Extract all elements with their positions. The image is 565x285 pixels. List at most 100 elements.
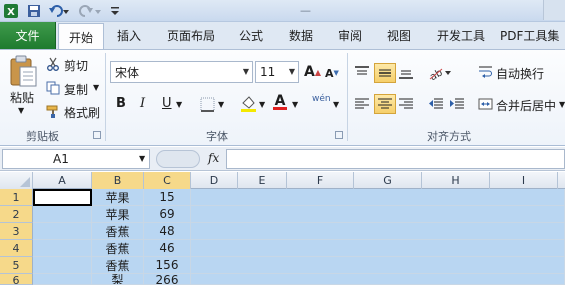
phonetic-guide-button[interactable]: wén	[312, 94, 331, 104]
align-right-icon[interactable]	[398, 96, 416, 112]
column-header-h[interactable]: H	[422, 172, 490, 189]
font-size-combo[interactable]: 11 ▼	[255, 61, 299, 83]
tab-view[interactable]: 视图	[376, 22, 422, 49]
paste-icon[interactable]	[6, 54, 40, 88]
row-header[interactable]: 1	[0, 189, 33, 206]
orientation-icon[interactable]: ab	[428, 64, 454, 82]
table-cell[interactable]: 香蕉	[92, 240, 144, 257]
table-cell[interactable]: 苹果	[92, 189, 144, 206]
tab-developer[interactable]: 开发工具	[428, 22, 494, 49]
insert-function-button[interactable]: fx	[208, 151, 219, 165]
table-cell[interactable]	[191, 189, 565, 206]
table-cell[interactable]: 69	[144, 206, 191, 223]
column-header-e[interactable]: E	[238, 172, 287, 189]
chevron-down-icon[interactable]: ▼	[218, 100, 224, 109]
column-header-c[interactable]: C	[144, 172, 191, 189]
merge-center-button[interactable]: 合并后居中	[496, 97, 556, 114]
table-cell[interactable]: 266	[144, 274, 191, 285]
chevron-down-icon[interactable]: ▼	[289, 67, 295, 76]
borders-icon[interactable]	[200, 96, 216, 112]
format-painter-button[interactable]: 格式刷	[64, 104, 100, 121]
fill-color-icon[interactable]	[240, 95, 258, 113]
wrap-text-button[interactable]: 自动换行	[496, 65, 544, 82]
name-box[interactable]: A1	[2, 149, 150, 169]
shrink-font-icon[interactable]: A ▼	[325, 64, 341, 82]
column-header-f[interactable]: F	[287, 172, 354, 189]
tab-pdf-tools[interactable]: PDF工具集	[500, 22, 565, 49]
italic-button[interactable]: I	[140, 96, 145, 111]
chevron-down-icon[interactable]: ▼	[139, 154, 145, 163]
chevron-down-icon[interactable]: ▼	[259, 100, 265, 109]
row-header[interactable]: 5	[0, 257, 33, 274]
column-header-b[interactable]: B	[92, 172, 144, 189]
table-cell[interactable]	[33, 257, 92, 274]
table-cell[interactable]: 梨	[92, 274, 144, 285]
table-cell[interactable]: 香蕉	[92, 257, 144, 274]
align-bottom-icon[interactable]	[398, 64, 416, 82]
chevron-down-icon[interactable]: ▼	[176, 100, 182, 109]
increase-indent-icon[interactable]	[449, 96, 467, 112]
copy-button[interactable]: 复制	[64, 81, 88, 98]
select-all-corner[interactable]	[0, 172, 33, 189]
tab-home[interactable]: 开始	[58, 23, 104, 50]
chevron-down-icon[interactable]: ▼	[333, 100, 339, 109]
tab-insert[interactable]: 插入	[106, 22, 152, 49]
column-header-d[interactable]: D	[191, 172, 238, 189]
table-cell[interactable]: 46	[144, 240, 191, 257]
row-header[interactable]: 6	[0, 274, 33, 285]
table-cell[interactable]: 48	[144, 223, 191, 240]
formula-input[interactable]	[226, 149, 565, 169]
table-cell[interactable]: 香蕉	[92, 223, 144, 240]
row-header[interactable]: 4	[0, 240, 33, 257]
tab-file[interactable]: 文件	[0, 22, 56, 49]
font-name-combo[interactable]: 宋体 ▼	[110, 61, 253, 83]
chevron-down-icon[interactable]: ▼	[18, 106, 24, 115]
table-cell[interactable]	[191, 240, 565, 257]
dialog-launcher-icon[interactable]	[93, 131, 101, 139]
undo-icon[interactable]	[47, 3, 71, 19]
name-box-value: A1	[53, 152, 69, 166]
redo-icon[interactable]	[77, 3, 103, 19]
cut-button[interactable]: 剪切	[64, 57, 88, 74]
table-cell[interactable]	[191, 206, 565, 223]
dialog-launcher-icon[interactable]	[335, 131, 343, 139]
row-header[interactable]: 2	[0, 206, 33, 223]
table-cell[interactable]	[191, 274, 565, 285]
tab-data[interactable]: 数据	[278, 22, 324, 49]
table-cell[interactable]	[33, 223, 92, 240]
table-cell[interactable]	[33, 274, 92, 285]
grow-font-icon[interactable]: A ▲	[304, 62, 322, 82]
bold-button[interactable]: B	[116, 96, 126, 111]
table-cell[interactable]	[191, 223, 565, 240]
decrease-indent-icon[interactable]	[428, 96, 446, 112]
table-cell[interactable]	[191, 257, 565, 274]
column-header-i[interactable]: I	[490, 172, 558, 189]
align-top-icon[interactable]	[354, 63, 372, 81]
row-header[interactable]: 3	[0, 223, 33, 240]
underline-button[interactable]: U	[162, 96, 172, 111]
active-cell[interactable]	[33, 189, 92, 206]
tab-page-layout[interactable]: 页面布局	[158, 22, 224, 49]
customize-icon[interactable]	[109, 3, 121, 19]
window-controls[interactable]	[543, 0, 565, 20]
excel-icon[interactable]: X	[3, 3, 19, 19]
chevron-down-icon[interactable]: ▼	[93, 83, 99, 92]
tab-formulas[interactable]: 公式	[228, 22, 274, 49]
table-cell[interactable]	[33, 206, 92, 223]
chevron-down-icon[interactable]: ▼	[559, 100, 565, 109]
table-cell[interactable]: 156	[144, 257, 191, 274]
align-middle-icon[interactable]	[374, 63, 396, 83]
column-header-a[interactable]: A	[33, 172, 92, 189]
save-icon[interactable]	[26, 3, 42, 19]
align-left-icon[interactable]	[354, 96, 372, 112]
font-color-button[interactable]: A	[273, 93, 287, 110]
table-cell[interactable]	[33, 240, 92, 257]
chevron-down-icon[interactable]: ▼	[292, 100, 298, 109]
tab-review[interactable]: 审阅	[327, 22, 373, 49]
align-center-icon[interactable]	[374, 94, 396, 114]
table-cell[interactable]: 苹果	[92, 206, 144, 223]
paste-button[interactable]: 粘贴	[10, 89, 34, 106]
column-header-g[interactable]: G	[354, 172, 422, 189]
chevron-down-icon[interactable]: ▼	[243, 67, 249, 76]
table-cell[interactable]: 15	[144, 189, 191, 206]
